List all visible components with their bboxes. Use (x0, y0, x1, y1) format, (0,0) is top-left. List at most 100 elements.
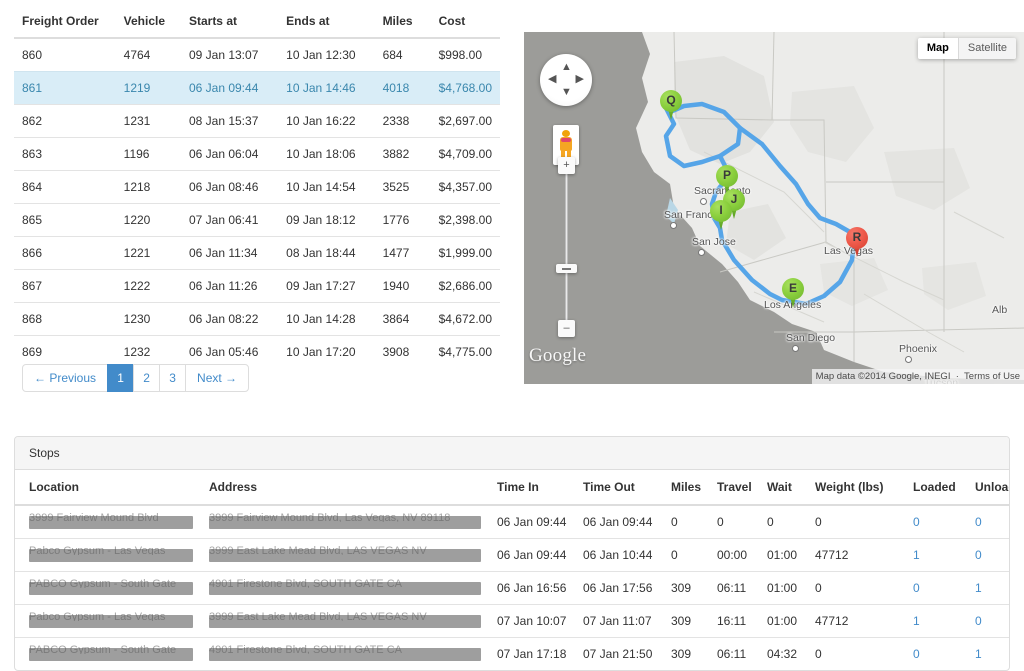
map-type-switcher[interactable]: Map Satellite (917, 38, 1016, 59)
zoom-slider-track[interactable] (565, 169, 568, 331)
address-text: 3999 East Lake Mead Blvd, LAS VEGAS NV (209, 611, 427, 621)
cell-wait: 01:00 (759, 538, 807, 572)
pegman-scarf (561, 138, 571, 142)
column-header-location: Location (15, 470, 201, 506)
pagination-previous-button[interactable]: ← Previous (22, 364, 109, 392)
table-row[interactable]: 868 1230 06 Jan 08:22 10 Jan 14:28 3864 $4,67… (14, 302, 500, 336)
table-row[interactable]: 861 1219 06 Jan 09:44 10 Jan 14:46 4018 $4,76… (14, 71, 500, 105)
pagination[interactable]: ← Previous 1 2 3 Next → (22, 364, 250, 392)
cell-cost: $2,398.00 (430, 203, 500, 237)
cell-unloaded[interactable]: 0 (967, 604, 1009, 638)
table-row[interactable]: PABCO Gypsum - South Gate 4901 Firestone … (15, 637, 1009, 670)
cell-ends-at: 09 Jan 17:27 (278, 269, 375, 303)
pan-left-icon[interactable]: ◀ (548, 74, 556, 85)
map-marker-r-icon[interactable]: R (846, 227, 868, 257)
table-row[interactable]: Pabco Gypsum - Las Vegas 3999 East Lake M… (15, 538, 1009, 572)
terms-of-use-link[interactable]: Terms of Use (964, 371, 1020, 382)
cell-freight-order: 865 (14, 203, 116, 237)
cell-vehicle: 1221 (115, 236, 181, 270)
table-row[interactable]: 860 4764 09 Jan 13:07 10 Jan 12:30 684 $998.0… (14, 38, 500, 72)
map-label-san-jose: San Jose (692, 236, 736, 248)
address-redaction-bar: 4901 Firestone Blvd, SOUTH GATE CA (209, 645, 481, 661)
cell-starts-at: 09 Jan 13:07 (188, 48, 259, 62)
pan-up-icon[interactable]: ▲ (561, 62, 572, 73)
table-row[interactable]: 3999 Fairview Mound Blvd 3999 Fairview Mo… (15, 504, 1009, 539)
location-text: Pabco Gypsum - Las Vegas (29, 611, 166, 621)
column-header-ends-at: Ends at (278, 6, 375, 39)
pan-down-icon[interactable]: ▼ (561, 87, 572, 98)
cell-loaded[interactable]: 1 (905, 604, 967, 638)
route-map[interactable]: Sacramento San Francisco San Jose Los Angel… (524, 32, 1024, 384)
cell-address: 3999 East Lake Mead Blvd, LAS VEGAS NV (201, 538, 489, 572)
address-text: 3999 East Lake Mead Blvd, LAS VEGAS NV (209, 545, 427, 555)
table-row[interactable]: PABCO Gypsum - South Gate 4901 Firestone … (15, 571, 1009, 605)
column-header-loaded: Loaded (905, 470, 967, 506)
map-type-map-button[interactable]: Map (917, 38, 958, 59)
table-row[interactable]: 863 1196 06 Jan 06:04 10 Jan 18:06 3882 $4,70… (14, 137, 500, 171)
cell-time-in: 07 Jan 10:07 (489, 604, 575, 638)
pagination-next-button[interactable]: Next → (185, 364, 250, 392)
map-marker-i-icon[interactable]: I (710, 200, 732, 230)
map-pan-control[interactable]: ▲ ▼ ◀ ▶ (540, 54, 592, 106)
pan-right-icon[interactable]: ▶ (576, 74, 584, 85)
table-row[interactable]: 866 1221 06 Jan 11:34 08 Jan 18:44 1477 $1,99… (14, 236, 500, 270)
pagination-page-2[interactable]: 2 (133, 364, 161, 392)
cell-address: 3999 East Lake Mead Blvd, LAS VEGAS NV (201, 604, 489, 638)
cell-miles: 1940 (374, 269, 431, 303)
cell-ends-at: 10 Jan 16:22 (278, 104, 375, 138)
cell-loaded[interactable]: 0 (905, 637, 967, 670)
location-redaction-bar: 3999 Fairview Mound Blvd (29, 512, 193, 529)
column-header-weight: Weight (lbs) (807, 470, 905, 506)
cell-loaded[interactable]: 0 (905, 504, 967, 539)
cell-address: 3999 Fairview Mound Blvd, Las Vegas, NV … (201, 504, 489, 539)
map-attribution: Map data ©2014 Google, INEGI · Terms of … (811, 369, 1024, 384)
cell-starts-at: 08 Jan 15:37 (180, 104, 279, 138)
map-basemap (524, 32, 1024, 384)
table-row[interactable]: 867 1222 06 Jan 11:26 09 Jan 17:27 1940 $2,68… (14, 269, 500, 303)
freight-orders-header: Freight Order Vehicle Starts at Ends at … (14, 6, 500, 39)
map-marker-e-icon[interactable]: E (782, 278, 804, 308)
cell-weight: 0 (807, 637, 905, 670)
zoom-in-icon[interactable]: + (558, 157, 575, 174)
table-row[interactable]: 864 1218 06 Jan 08:46 10 Jan 14:54 3525 $4,35… (14, 170, 500, 204)
column-header-starts-at: Starts at (180, 6, 279, 39)
cell-location: 3999 Fairview Mound Blvd (15, 504, 201, 539)
map-label-alb: Alb (992, 304, 1008, 316)
cell-unloaded[interactable]: 0 (967, 504, 1009, 539)
cell-freight-order: 867 (14, 269, 116, 303)
cell-unloaded[interactable]: 0 (967, 538, 1009, 572)
address-redaction-bar: 4901 Firestone Blvd, SOUTH GATE CA (209, 579, 481, 595)
cell-location: Pabco Gypsum - Las Vegas (15, 604, 201, 638)
cell-unloaded[interactable]: 1 (967, 637, 1009, 670)
cell-starts-at: 06 Jan 08:46 (180, 170, 279, 204)
map-zoom-control[interactable]: + – (554, 157, 578, 337)
cell-cost: $4,768.00 (430, 71, 500, 105)
pagination-page-3[interactable]: 3 (159, 364, 187, 392)
cell-time-in: 06 Jan 09:44 (489, 504, 575, 539)
cell-time-out: 06 Jan 09:44 (575, 504, 663, 539)
cell-ends-at: 10 Jan 17:20 (278, 335, 375, 368)
column-header-time-out: Time Out (575, 470, 663, 506)
cell-loaded[interactable]: 0 (905, 571, 967, 605)
marker-label: E (788, 281, 797, 295)
cell-miles: 309 (663, 571, 709, 605)
cell-unloaded[interactable]: 1 (967, 571, 1009, 605)
cell-miles: 1776 (374, 203, 431, 237)
map-type-satellite-button[interactable]: Satellite (957, 38, 1016, 59)
cell-freight-order: 864 (14, 170, 116, 204)
map-marker-q-icon[interactable]: Q (660, 90, 682, 120)
pagination-page-1[interactable]: 1 (107, 364, 135, 392)
zoom-out-icon[interactable]: – (558, 320, 575, 337)
stops-table: Location Address Time In Time Out Miles … (15, 470, 1009, 670)
location-text: 3999 Fairview Mound Blvd (29, 512, 159, 522)
table-header-row: Freight Order Vehicle Starts at Ends at … (14, 6, 500, 39)
marker-label: I (719, 203, 723, 217)
table-row[interactable]: 865 1220 07 Jan 06:41 09 Jan 18:12 1776 $2,39… (14, 203, 500, 237)
cell-miles: 0 (663, 538, 709, 572)
cell-vehicle: 1196 (115, 137, 181, 171)
zoom-slider-thumb[interactable] (556, 264, 577, 273)
cell-ends-at: 10 Jan 12:30 (286, 48, 356, 62)
table-row[interactable]: Pabco Gypsum - Las Vegas 3999 East Lake M… (15, 604, 1009, 638)
table-row[interactable]: 862 1231 08 Jan 15:37 10 Jan 16:22 2338 $2,69… (14, 104, 500, 138)
cell-loaded[interactable]: 1 (905, 538, 967, 572)
